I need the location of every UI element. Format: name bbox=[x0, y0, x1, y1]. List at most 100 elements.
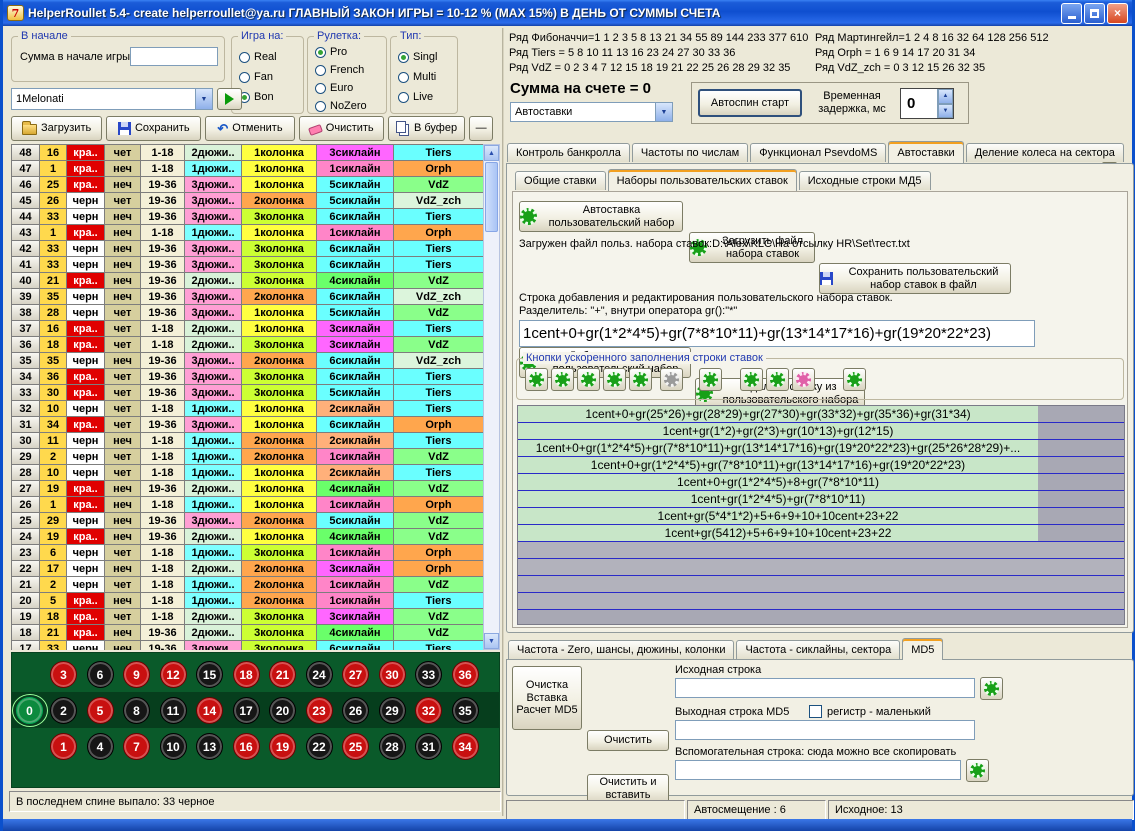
scroll-up-button[interactable]: ▲ bbox=[484, 145, 499, 161]
bet-list-item[interactable]: 1cent+gr(5412)+5+6+9+10+10cent+23+22 bbox=[518, 525, 1124, 542]
board-number-18[interactable]: 18 bbox=[233, 661, 260, 688]
history-row-22[interactable]: 2217черннеч1-182дюжи..2колонка3сиклайнOr… bbox=[12, 561, 483, 577]
history-row-34[interactable]: 3436кра..чет19-363дюжи..3колонка6сиклайн… bbox=[12, 369, 483, 385]
board-number-1[interactable]: 1 bbox=[50, 733, 77, 760]
board-number-27[interactable]: 27 bbox=[342, 661, 369, 688]
scrollbar-thumb[interactable] bbox=[485, 162, 498, 232]
quick-bet-button-1[interactable] bbox=[525, 368, 548, 391]
undo-button[interactable]: ↶Отменить bbox=[205, 116, 294, 141]
quick-bet-button-10[interactable] bbox=[792, 368, 815, 391]
history-row-36[interactable]: 3618кра..чет1-182дюжи..3колонка3сиклайнV… bbox=[12, 337, 483, 353]
subtab-general-bets[interactable]: Общие ставки bbox=[515, 171, 606, 190]
quick-bet-button-7[interactable] bbox=[699, 368, 722, 391]
md5-output-input[interactable] bbox=[675, 720, 975, 740]
board-number-17[interactable]: 17 bbox=[233, 697, 260, 724]
board-number-9[interactable]: 9 bbox=[123, 661, 150, 688]
play-button[interactable] bbox=[217, 88, 242, 110]
board-number-23[interactable]: 23 bbox=[306, 697, 333, 724]
board-number-20[interactable]: 20 bbox=[269, 697, 296, 724]
history-row-42[interactable]: 4233черннеч19-363дюжи..3колонка6сиклайнT… bbox=[12, 241, 483, 257]
bet-list-item[interactable]: 1cent+0+gr(1*2*4*5)+gr(7*8*10*11)+gr(13*… bbox=[518, 457, 1124, 474]
scroll-down-button[interactable]: ▼ bbox=[484, 633, 499, 649]
md5-case-checkbox[interactable] bbox=[809, 705, 822, 718]
board-number-15[interactable]: 15 bbox=[196, 661, 223, 688]
board-number-25[interactable]: 25 bbox=[342, 733, 369, 760]
copy-to-buffer-button[interactable]: В буфер bbox=[388, 116, 465, 141]
md5-clear-button[interactable]: Очистить bbox=[587, 730, 669, 751]
board-number-7[interactable]: 7 bbox=[123, 733, 150, 760]
bet-list-item[interactable]: 1cent+0+gr(1*2*4*5)+gr(7*8*10*11)+gr(13*… bbox=[518, 440, 1124, 457]
spin-up-button[interactable]: ▲ bbox=[938, 89, 953, 104]
board-number-6[interactable]: 6 bbox=[87, 661, 114, 688]
subtab-md5-source-strings[interactable]: Исходные строки МД5 bbox=[799, 171, 931, 190]
history-row-23[interactable]: 236чернчет1-181дюжи..3колонка1сиклайнOrp… bbox=[12, 545, 483, 561]
bet-list-item[interactable]: 1cent+gr(1*2)+gr(2*3)+gr(10*13)+gr(12*15… bbox=[518, 423, 1124, 440]
taskbar[interactable] bbox=[3, 819, 1132, 831]
history-row-19[interactable]: 1918кра..чет1-182дюжи..3колонка3сиклайнV… bbox=[12, 609, 483, 625]
close-button[interactable]: × bbox=[1107, 3, 1128, 24]
board-number-29[interactable]: 29 bbox=[379, 697, 406, 724]
history-row-18[interactable]: 1821кра..неч19-362дюжи..3колонка4сиклайн… bbox=[12, 625, 483, 641]
delay-spinner[interactable]: 0 ▲ ▼ bbox=[900, 88, 954, 119]
autobets-select[interactable]: Автоставки ▼ bbox=[510, 102, 673, 122]
history-row-30[interactable]: 3011черннеч1-181дюжи..2колонка2сиклайнTi… bbox=[12, 433, 483, 449]
history-row-29[interactable]: 292чернчет1-181дюжи..2колонка1сиклайнVdZ bbox=[12, 449, 483, 465]
radio-pro[interactable]: Pro bbox=[315, 43, 367, 61]
board-number-3[interactable]: 3 bbox=[50, 661, 77, 688]
history-row-38[interactable]: 3828чернчет19-363дюжи..1колонка5сиклайнV… bbox=[12, 305, 483, 321]
history-row-24[interactable]: 2419кра..неч19-362дюжи..1колонка4сиклайн… bbox=[12, 529, 483, 545]
history-row-21[interactable]: 212чернчет1-181дюжи..2колонка1сиклайнVdZ bbox=[12, 577, 483, 593]
board-number-5[interactable]: 5 bbox=[87, 697, 114, 724]
bet-list-item[interactable]: 1cent+0+gr(25*26)+gr(28*29)+gr(27*30)+gr… bbox=[518, 406, 1124, 423]
quick-bet-button-2[interactable] bbox=[551, 368, 574, 391]
history-row-41[interactable]: 4133черннеч19-363дюжи..3колонка6сиклайнT… bbox=[12, 257, 483, 273]
board-number-32[interactable]: 32 bbox=[415, 697, 442, 724]
radio-bon[interactable]: Bon bbox=[239, 87, 277, 107]
tab-bankroll-control[interactable]: Контроль банкролла bbox=[507, 143, 630, 162]
board-number-12[interactable]: 12 bbox=[160, 661, 187, 688]
autospin-start-button[interactable]: Автоспин старт bbox=[698, 89, 802, 117]
quick-bet-button-5[interactable] bbox=[629, 368, 652, 391]
load-button[interactable]: Загрузить bbox=[11, 116, 102, 141]
history-row-20[interactable]: 205кра..неч1-181дюжи..2колонка1сиклайнTi… bbox=[12, 593, 483, 609]
md5-aux-input[interactable] bbox=[675, 760, 961, 780]
radio-french[interactable]: French bbox=[315, 61, 367, 79]
board-number-19[interactable]: 19 bbox=[269, 733, 296, 760]
radio-nozero[interactable]: NoZero bbox=[315, 97, 367, 115]
history-row-17[interactable]: 1733черннеч19-363дюжи..3колонка6сиклайнT… bbox=[12, 641, 483, 650]
minimize-button[interactable] bbox=[1061, 3, 1082, 24]
bet-list-item[interactable]: 1cent+gr(1*2*4*5)+gr(7*8*10*11) bbox=[518, 491, 1124, 508]
radio-live[interactable]: Live bbox=[398, 87, 437, 107]
history-row-32[interactable]: 3210чернчет1-181дюжи..1колонка2сиклайнTi… bbox=[12, 401, 483, 417]
quick-bet-button-11[interactable] bbox=[843, 368, 866, 391]
dropdown-arrow-icon[interactable]: ▼ bbox=[195, 89, 212, 109]
history-row-46[interactable]: 4625кра..неч19-363дюжи..1колонка5сиклайн… bbox=[12, 177, 483, 193]
clear-button[interactable]: Очистить bbox=[299, 116, 384, 141]
autobet-user-set-button[interactable]: Автоставка пользовательский набор bbox=[519, 201, 683, 232]
quick-bet-button-4[interactable] bbox=[603, 368, 626, 391]
board-number-22[interactable]: 22 bbox=[306, 733, 333, 760]
board-number-35[interactable]: 35 bbox=[452, 697, 479, 724]
spin-down-button[interactable]: ▼ bbox=[938, 104, 953, 119]
radio-real[interactable]: Real bbox=[239, 47, 277, 67]
tab-md5[interactable]: MD5 bbox=[902, 638, 943, 660]
maximize-button[interactable] bbox=[1084, 3, 1105, 24]
save-bet-set-file-button[interactable]: Сохранить пользовательский набор ставок … bbox=[819, 263, 1011, 294]
board-number-28[interactable]: 28 bbox=[379, 733, 406, 760]
board-number-24[interactable]: 24 bbox=[306, 661, 333, 688]
history-row-44[interactable]: 4433черннеч19-363дюжи..3колонка6сиклайнT… bbox=[12, 209, 483, 225]
history-row-28[interactable]: 2810чернчет1-181дюжи..1колонка2сиклайнTi… bbox=[12, 465, 483, 481]
collapse-button[interactable]: — bbox=[469, 116, 493, 141]
history-row-26[interactable]: 261кра..неч1-181дюжи..1колонка1сиклайнOr… bbox=[12, 497, 483, 513]
board-number-21[interactable]: 21 bbox=[269, 661, 296, 688]
board-number-30[interactable]: 30 bbox=[379, 661, 406, 688]
history-row-37[interactable]: 3716кра..чет1-182дюжи..1колонка3сиклайнT… bbox=[12, 321, 483, 337]
quick-bet-button-3[interactable] bbox=[577, 368, 600, 391]
md5-source-input[interactable] bbox=[675, 678, 975, 698]
board-number-11[interactable]: 11 bbox=[160, 697, 187, 724]
board-number-14[interactable]: 14 bbox=[196, 697, 223, 724]
board-number-13[interactable]: 13 bbox=[196, 733, 223, 760]
md5-aux-chip-button[interactable] bbox=[966, 759, 989, 782]
board-number-16[interactable]: 16 bbox=[233, 733, 260, 760]
tab-wheel-sectors[interactable]: Деление колеса на сектора bbox=[966, 143, 1124, 162]
